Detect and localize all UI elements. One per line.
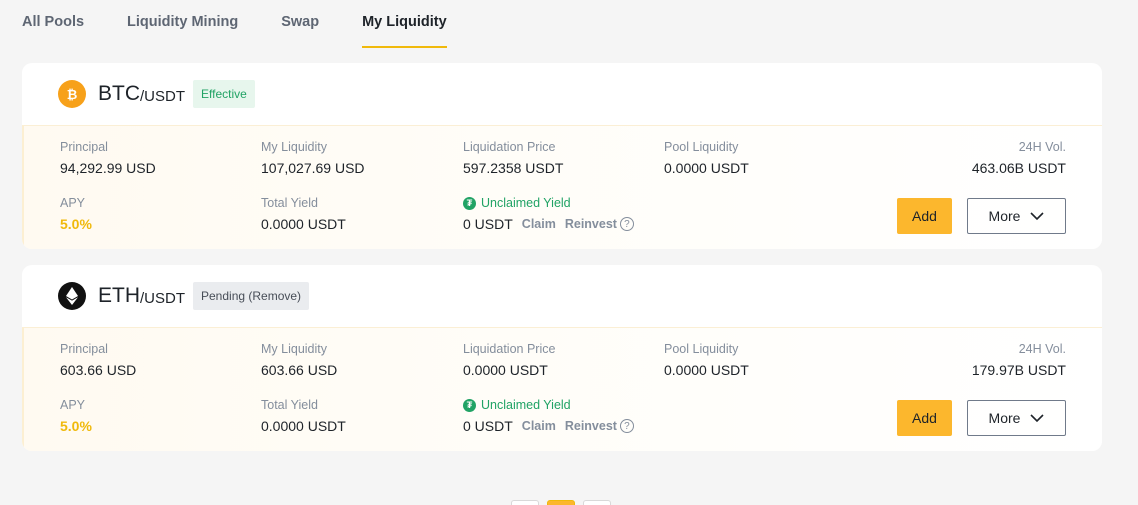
total-yield-value: 0.0000 USDT — [261, 216, 346, 232]
principal-label: Principal — [60, 140, 108, 154]
unclaimed-yield-row: 0 USDT Claim Reinvest ? — [463, 418, 634, 434]
pool-liquidity-value: 0.0000 USDT — [664, 160, 749, 176]
unclaimed-yield-value: 0 USDT — [463, 418, 513, 434]
pool-card-body: Principal 94,292.99 USD My Liquidity 107… — [22, 125, 1102, 249]
principal: Principal 94,292.99 USD — [60, 140, 156, 176]
claim-link[interactable]: Claim — [522, 217, 556, 231]
my-liquidity-value: 107,027.69 USD — [261, 160, 365, 176]
unclaimed-yield-row: 0 USDT Claim Reinvest ? — [463, 216, 634, 232]
tab-all-pools[interactable]: All Pools — [22, 0, 84, 48]
apy: APY 5.0% — [60, 196, 92, 232]
pool-liquidity-label: Pool Liquidity — [664, 140, 739, 154]
help-icon[interactable]: ? — [619, 419, 634, 433]
reinvest-link[interactable]: Reinvest — [565, 419, 617, 433]
chevron-down-icon — [1030, 413, 1045, 423]
pool-card-eth: ETH /USDT Pending (Remove) Principal 603… — [22, 265, 1102, 451]
pair-quote: /USDT — [140, 289, 185, 307]
help-icon[interactable]: ? — [619, 217, 634, 231]
volume-24h: 24H Vol. 463.06B USDT — [972, 140, 1066, 176]
pagination — [511, 500, 619, 505]
tab-liquidity-mining[interactable]: Liquidity Mining — [127, 0, 238, 48]
tab-my-liquidity[interactable]: My Liquidity — [362, 0, 447, 48]
chevron-down-icon — [1030, 211, 1045, 221]
total-yield: Total Yield 0.0000 USDT — [261, 398, 346, 434]
unclaimed-yield-label: ₮ Unclaimed Yield — [463, 398, 634, 412]
unclaimed-yield-value: 0 USDT — [463, 216, 513, 232]
my-liquidity-value: 603.66 USD — [261, 362, 338, 378]
total-yield: Total Yield 0.0000 USDT — [261, 196, 346, 232]
pool-card-header: ₿ BTC /USDT Effective — [22, 63, 1102, 125]
pair-base: BTC — [98, 82, 140, 105]
more-button[interactable]: More — [967, 198, 1066, 234]
volume-label: 24H Vol. — [1018, 342, 1066, 356]
apy: APY 5.0% — [60, 398, 92, 434]
claim-link[interactable]: Claim — [522, 419, 556, 433]
volume-value: 179.97B USDT — [971, 362, 1066, 378]
add-button[interactable]: Add — [897, 400, 952, 436]
my-liquidity-label: My Liquidity — [261, 342, 327, 356]
add-button[interactable]: Add — [897, 198, 952, 234]
principal-value: 94,292.99 USD — [60, 160, 156, 176]
next-page-button[interactable] — [583, 500, 611, 505]
apy-label: APY — [60, 398, 86, 412]
pool-card-header: ETH /USDT Pending (Remove) — [22, 265, 1102, 327]
principal-label: Principal — [60, 342, 108, 356]
liquidation-price-value: 0.0000 USDT — [463, 362, 548, 378]
unclaimed-yield-text: Unclaimed Yield — [481, 398, 571, 412]
pool-card-btc: ₿ BTC /USDT Effective Principal 94,292.9… — [22, 63, 1102, 249]
reinvest-link[interactable]: Reinvest — [565, 217, 617, 231]
liquidation-price-label: Liquidation Price — [463, 140, 556, 154]
apy-label: APY — [60, 196, 86, 210]
tab-swap[interactable]: Swap — [281, 0, 319, 48]
pair-quote: /USDT — [140, 87, 185, 105]
liquidation-price: Liquidation Price 597.2358 USDT — [463, 140, 563, 176]
liquidation-price: Liquidation Price 0.0000 USDT — [463, 342, 555, 378]
total-yield-label: Total Yield — [261, 398, 318, 412]
pool-liquidity: Pool Liquidity 0.0000 USDT — [664, 140, 749, 176]
pool-liquidity-value: 0.0000 USDT — [664, 362, 749, 378]
apy-value: 5.0% — [60, 216, 92, 232]
total-yield-value: 0.0000 USDT — [261, 418, 346, 434]
volume-value: 463.06B USDT — [971, 160, 1066, 176]
pool-card-body: Principal 603.66 USD My Liquidity 603.66… — [22, 327, 1102, 451]
status-badge: Effective — [193, 80, 255, 108]
status-badge: Pending (Remove) — [193, 282, 310, 310]
unclaimed-yield: ₮ Unclaimed Yield 0 USDT Claim Reinvest … — [463, 398, 634, 434]
unclaimed-yield-text: Unclaimed Yield — [481, 196, 571, 210]
eth-coin-icon — [58, 282, 86, 310]
liquidation-price-label: Liquidation Price — [463, 342, 556, 356]
more-label: More — [988, 208, 1021, 224]
my-liquidity-label: My Liquidity — [261, 140, 327, 154]
volume-label: 24H Vol. — [1018, 140, 1066, 154]
tether-icon: ₮ — [463, 196, 476, 210]
pair-base: ETH — [98, 284, 140, 307]
principal-value: 603.66 USD — [60, 362, 137, 378]
prev-page-button[interactable] — [511, 500, 539, 505]
volume-24h: 24H Vol. 179.97B USDT — [972, 342, 1066, 378]
my-liquidity: My Liquidity 107,027.69 USD — [261, 140, 365, 176]
btc-coin-icon: ₿ — [58, 80, 86, 108]
apy-value: 5.0% — [60, 418, 92, 434]
unclaimed-yield-label: ₮ Unclaimed Yield — [463, 196, 634, 210]
page-button-current[interactable] — [547, 500, 575, 505]
more-label: More — [988, 410, 1021, 426]
principal: Principal 603.66 USD — [60, 342, 136, 378]
liquidation-price-value: 597.2358 USDT — [463, 160, 564, 176]
pool-liquidity-label: Pool Liquidity — [664, 342, 739, 356]
more-button[interactable]: More — [967, 400, 1066, 436]
total-yield-label: Total Yield — [261, 196, 318, 210]
tether-icon: ₮ — [463, 398, 476, 412]
tab-bar: All Pools Liquidity Mining Swap My Liqui… — [22, 0, 490, 50]
pool-liquidity: Pool Liquidity 0.0000 USDT — [664, 342, 749, 378]
unclaimed-yield: ₮ Unclaimed Yield 0 USDT Claim Reinvest … — [463, 196, 634, 232]
my-liquidity: My Liquidity 603.66 USD — [261, 342, 337, 378]
